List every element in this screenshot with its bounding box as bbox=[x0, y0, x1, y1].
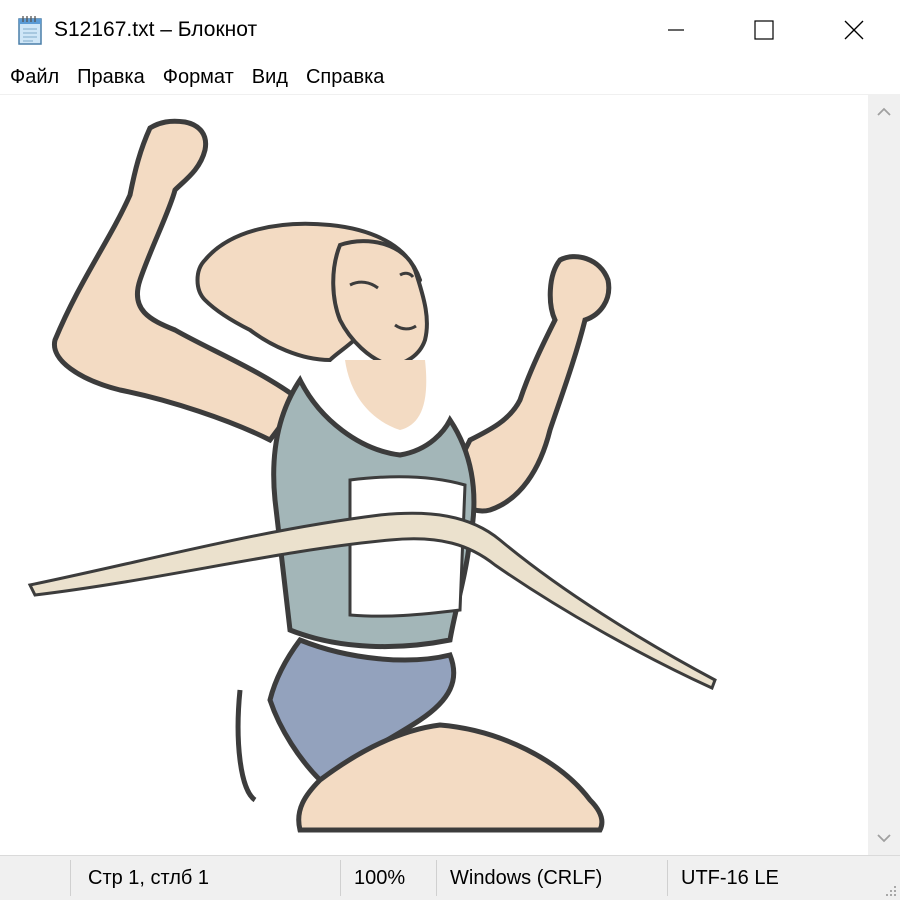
close-button[interactable] bbox=[808, 0, 900, 60]
text-editor-area[interactable] bbox=[0, 95, 868, 855]
scanline-overlay bbox=[0, 95, 868, 855]
window-title: S12167.txt – Блокнот bbox=[54, 18, 258, 41]
scroll-up-button[interactable] bbox=[868, 95, 900, 129]
minimize-button[interactable] bbox=[630, 0, 722, 60]
vertical-scrollbar[interactable] bbox=[868, 95, 900, 855]
resize-grip-icon[interactable] bbox=[882, 882, 898, 898]
menu-bar: Файл Правка Формат Вид Справка bbox=[0, 60, 900, 94]
menu-edit[interactable]: Правка bbox=[68, 63, 154, 91]
status-separator bbox=[436, 860, 437, 896]
menu-view[interactable]: Вид bbox=[243, 63, 297, 91]
status-zoom: 100% bbox=[354, 866, 406, 889]
status-separator bbox=[70, 860, 71, 896]
minimize-icon bbox=[668, 29, 684, 31]
scroll-down-arrow-icon bbox=[877, 834, 891, 843]
maximize-icon bbox=[754, 20, 774, 40]
menu-file[interactable]: Файл bbox=[0, 63, 68, 91]
status-separator bbox=[667, 860, 668, 896]
close-icon bbox=[844, 20, 864, 40]
maximize-button[interactable] bbox=[718, 0, 810, 60]
notepad-window: S12167.txt – Блокнот Файл Правка Формат … bbox=[0, 0, 900, 900]
runner-clipart-image bbox=[0, 95, 868, 855]
menu-help[interactable]: Справка bbox=[297, 63, 393, 91]
status-cursor-position: Стр 1, стлб 1 bbox=[88, 866, 210, 889]
scroll-up-arrow-icon bbox=[877, 107, 891, 116]
status-encoding: UTF-16 LE bbox=[681, 866, 779, 889]
scroll-down-button[interactable] bbox=[868, 821, 900, 855]
status-line-endings: Windows (CRLF) bbox=[450, 866, 603, 889]
status-bar: Стр 1, стлб 1 100% Windows (CRLF) UTF-16… bbox=[0, 855, 900, 900]
menu-format[interactable]: Формат bbox=[154, 63, 243, 91]
notepad-icon[interactable] bbox=[16, 14, 46, 46]
status-separator bbox=[340, 860, 341, 896]
title-bar[interactable]: S12167.txt – Блокнот bbox=[0, 0, 900, 60]
